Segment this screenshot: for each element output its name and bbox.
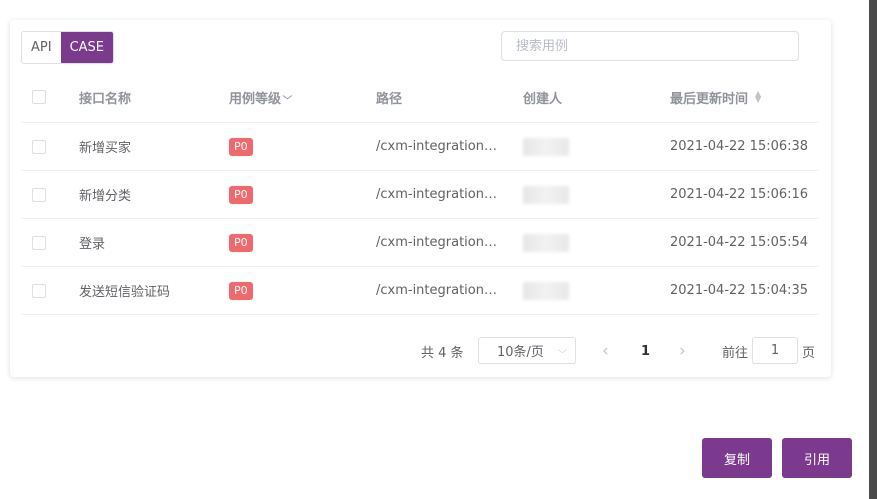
pagination-total: 共 4 条 [421,345,464,361]
case-select-card: API CASE 接口名称 用例等级 ⌵ 路径 创建人 最后更新时间 ▲▼ 新增… [10,20,831,377]
creator-redacted [523,137,569,156]
next-page-icon[interactable]: › [679,337,686,365]
creator-cell [523,171,569,218]
updated-time: 2021-04-22 15:05:54 [670,235,809,250]
header-level-label: 用例等级 [229,91,282,107]
row-checkbox[interactable] [32,139,46,154]
sort-icon[interactable]: ▲ ▼ [755,90,761,104]
level-cell: P0 [229,267,253,314]
row-checkbox[interactable] [32,235,46,250]
row-checkbox[interactable] [32,187,46,202]
level-cell: P0 [229,171,253,218]
updated-time: 2021-04-22 15:06:16 [670,187,809,202]
tab-api[interactable]: API [22,32,61,63]
case-name: 新增分类 [79,189,132,204]
case-name: 发送短信验证码 [79,285,171,300]
case-path: /cxm-integrationApi/login [376,235,504,250]
header-path: 路径 [376,91,403,107]
creator-cell [523,267,569,314]
header-updated[interactable]: 最后更新时间 ▲ ▼ [670,72,761,122]
case-name: 登录 [79,237,106,252]
table-row: 登录 P0 /cxm-integrationApi/login 2021-04-… [21,219,819,267]
level-cell: P0 [229,123,253,170]
table-row: 发送短信验证码 P0 /cxm-integrationApi/sms/send … [21,267,819,315]
case-path: /cxm-integrationApi/category/add [376,187,504,202]
goto-suffix: 页 [802,345,816,361]
goto-page-input[interactable] [752,337,798,364]
level-badge: P0 [229,185,253,204]
table-header: 接口名称 用例等级 ⌵ 路径 创建人 最后更新时间 ▲ ▼ [21,72,819,123]
search-case-input[interactable] [501,31,799,61]
path-cell: /cxm-integrationApi/buyer/add [376,123,506,170]
header-updated-label: 最后更新时间 [670,91,749,107]
chevron-down-icon: ⌵ [557,346,568,356]
header-name: 接口名称 [79,91,132,107]
header-level[interactable]: 用例等级 ⌵ [229,72,293,122]
creator-cell [523,123,569,170]
path-cell: /cxm-integrationApi/category/add [376,171,506,218]
case-path: /cxm-integrationApi/buyer/add [376,139,504,154]
row-checkbox[interactable] [32,283,46,298]
path-cell: /cxm-integrationApi/sms/send [376,267,506,314]
level-badge: P0 [229,233,253,252]
quote-button[interactable]: 引用 [782,438,852,478]
updated-time: 2021-04-22 15:04:35 [670,283,809,298]
creator-redacted [523,185,569,204]
level-badge: P0 [229,281,253,300]
creator-redacted [523,281,569,300]
header-creator: 创建人 [523,91,563,107]
page-number-1[interactable]: 1 [641,337,650,365]
creator-cell [523,219,569,266]
chevron-down-icon[interactable]: ⌵ [283,92,293,102]
creator-redacted [523,233,569,252]
case-name: 新增买家 [79,141,132,156]
type-tabs: API CASE [21,31,115,64]
copy-button[interactable]: 复制 [702,438,772,478]
path-cell: /cxm-integrationApi/login [376,219,506,266]
level-cell: P0 [229,219,253,266]
page-size-value: 10条/页 [497,345,544,360]
tab-case[interactable]: CASE [60,32,114,63]
prev-page-icon[interactable]: ‹ [602,337,609,365]
window-edge [869,0,877,499]
case-path: /cxm-integrationApi/sms/send [376,283,504,298]
goto-label: 前往 [722,345,749,361]
table-row: 新增分类 P0 /cxm-integrationApi/category/add… [21,171,819,219]
select-all-checkbox[interactable] [32,90,46,104]
level-badge: P0 [229,137,253,156]
table-row: 新增买家 P0 /cxm-integrationApi/buyer/add 20… [21,123,819,171]
page-size-select[interactable]: 10条/页 ⌵ [478,337,576,364]
updated-time: 2021-04-22 15:06:38 [670,139,809,154]
